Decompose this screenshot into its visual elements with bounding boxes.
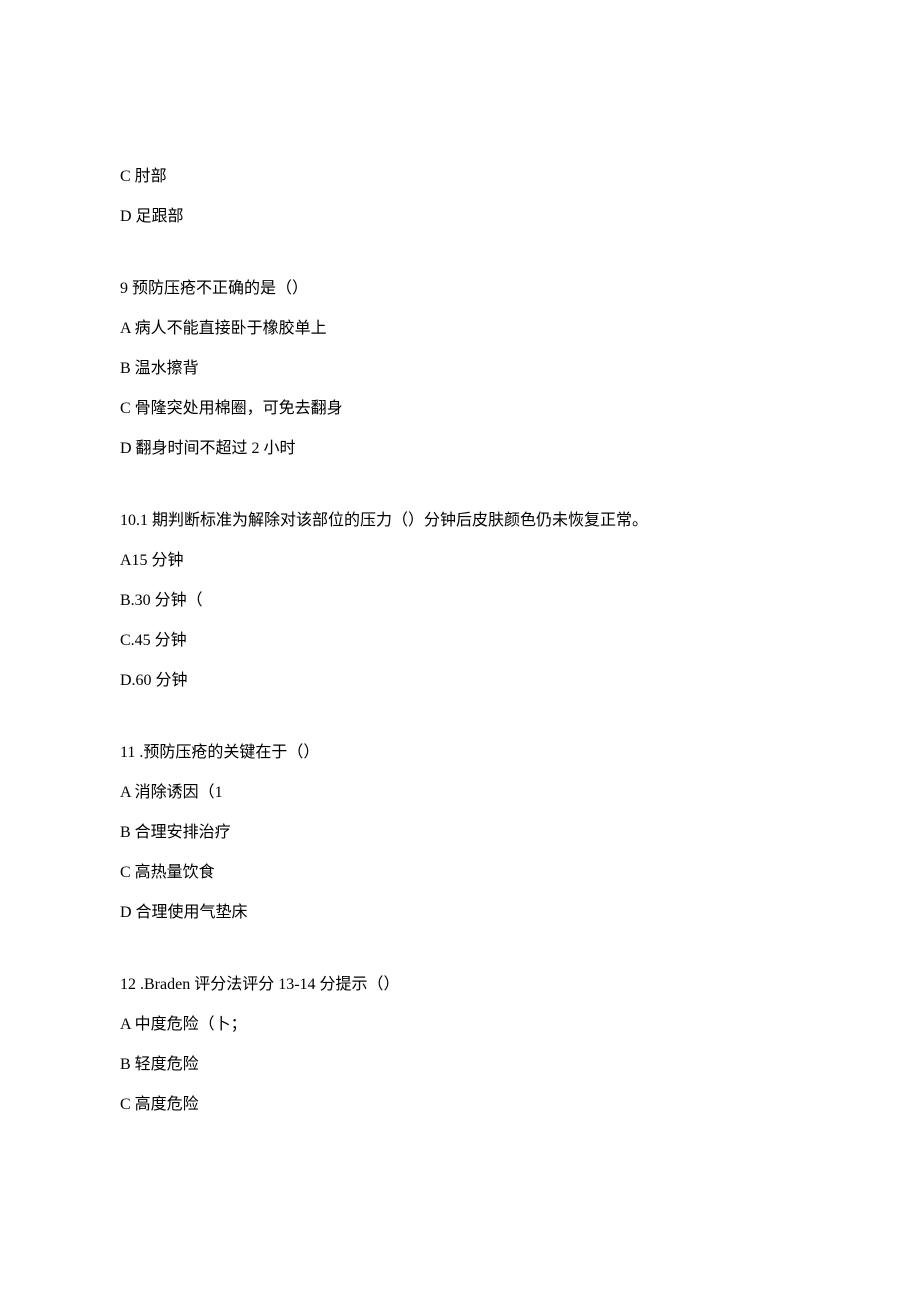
- q9-option-d: D 翻身时间不超过 2 小时: [120, 437, 800, 461]
- question-gap: [120, 941, 800, 973]
- q11-option-b: B 合理安排治疗: [120, 821, 800, 845]
- q10-option-c: C.45 分钟: [120, 629, 800, 653]
- q10-option-b: B.30 分钟（: [120, 589, 800, 613]
- q12-option-c: C 高度危险: [120, 1093, 800, 1117]
- q9-option-c: C 骨隆突处用棉圈，可免去翻身: [120, 397, 800, 421]
- q10-stem: 10.1 期判断标准为解除对该部位的压力（）分钟后皮肤颜色仍未恢复正常。: [120, 509, 800, 533]
- q12-stem: 12 .Braden 评分法评分 13-14 分提示（）: [120, 973, 800, 997]
- question-gap: [120, 245, 800, 277]
- q12-option-a: A 中度危险（卜；: [120, 1013, 800, 1037]
- q11-stem: 11 .预防压疮的关键在于（）: [120, 741, 800, 765]
- q10-option-d: D.60 分钟: [120, 669, 800, 693]
- q10-option-a: A15 分钟: [120, 549, 800, 573]
- q12-option-b: B 轻度危险: [120, 1053, 800, 1077]
- question-gap: [120, 709, 800, 741]
- q8-option-c: C 肘部: [120, 165, 800, 189]
- q9-option-b: B 温水擦背: [120, 357, 800, 381]
- q9-stem: 9 预防压疮不正确的是（）: [120, 277, 800, 301]
- q11-option-d: D 合理使用气垫床: [120, 901, 800, 925]
- q8-option-d: D 足跟部: [120, 205, 800, 229]
- question-gap: [120, 477, 800, 509]
- q9-option-a: A 病人不能直接卧于橡胶单上: [120, 317, 800, 341]
- q11-option-a: A 消除诱因（1: [120, 781, 800, 805]
- q11-option-c: C 高热量饮食: [120, 861, 800, 885]
- document-page: C 肘部 D 足跟部 9 预防压疮不正确的是（） A 病人不能直接卧于橡胶单上 …: [0, 0, 920, 1117]
